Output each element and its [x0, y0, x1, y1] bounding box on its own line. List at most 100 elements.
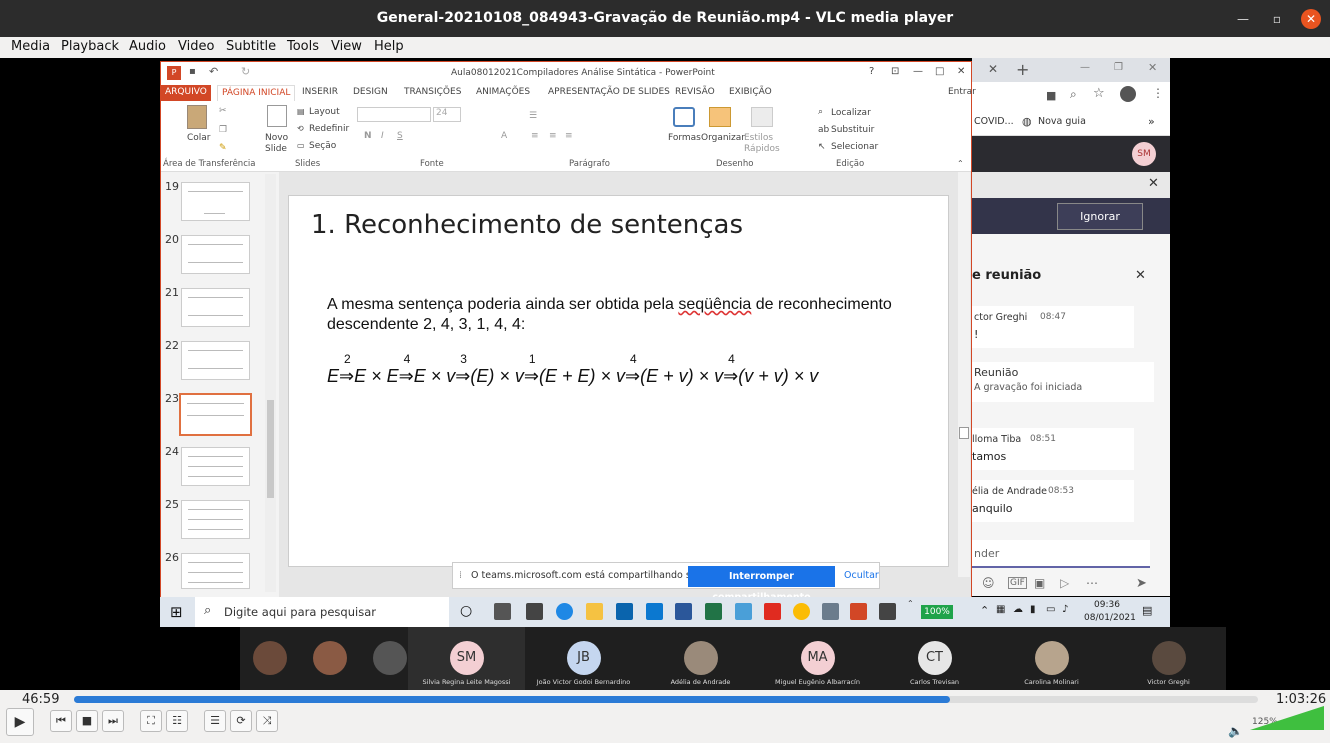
new-slide-button[interactable]: Novo Slide [265, 133, 288, 155]
windows-start-icon[interactable]: ⊞ [170, 603, 183, 621]
close-icon[interactable]: ✕ [1148, 176, 1159, 191]
remote-desktop-icon[interactable] [735, 603, 752, 620]
menu-tools[interactable]: Tools [287, 39, 319, 54]
mic-icon[interactable]: ▮ [1030, 604, 1036, 615]
tab-animacoes[interactable]: ANIMAÇÕES [476, 87, 530, 97]
help-icon[interactable]: ? [869, 66, 874, 77]
store-icon[interactable] [526, 603, 543, 620]
participant-tile[interactable] [240, 627, 300, 690]
speaker-icon[interactable]: 🔈 [1228, 724, 1243, 738]
thumbnails-scrollbar[interactable] [265, 174, 276, 592]
slide-canvas[interactable]: 1. Reconhecimento de sentenças A mesma s… [288, 195, 949, 567]
close-tab-icon[interactable]: ✕ [988, 62, 998, 76]
mail-icon[interactable] [616, 603, 633, 620]
calculator-icon[interactable] [822, 603, 839, 620]
slide-thumbnail-selected[interactable] [179, 393, 252, 436]
sticker-icon[interactable]: ▣ [1034, 576, 1045, 590]
tab-exibicao[interactable]: EXIBIÇÃO [729, 87, 772, 97]
acrobat-icon[interactable] [764, 603, 781, 620]
clock-date[interactable]: 08/01/2021 [1084, 613, 1136, 623]
copy-icon[interactable]: ❐ [219, 125, 227, 135]
hide-share-bar-link[interactable]: Ocultar [844, 570, 879, 581]
zoom-icon[interactable]: ⌕ [1070, 87, 1077, 102]
bookmark-covid[interactable]: COVID... [974, 116, 1014, 127]
participant-tile[interactable] [300, 627, 360, 690]
seek-bar[interactable] [74, 696, 1258, 703]
slide-thumbnail[interactable] [181, 341, 250, 380]
shapes-button[interactable]: Formas [668, 133, 701, 143]
minimize-icon[interactable]: — [1080, 62, 1090, 73]
maximize-button[interactable]: ▫ [1267, 9, 1287, 29]
paste-button[interactable]: Colar [187, 133, 211, 143]
tab-apresentacao[interactable]: APRESENTAÇÃO DE SLIDES [548, 87, 670, 97]
profile-icon[interactable] [1120, 86, 1136, 102]
reply-input[interactable]: nder [972, 540, 1150, 568]
camera-icon[interactable]: ■ [1046, 89, 1056, 102]
slide-scrollbar[interactable] [958, 172, 970, 577]
select-button[interactable]: Selecionar [831, 142, 878, 152]
redo-icon[interactable]: ↻ [241, 65, 250, 78]
close-button[interactable]: ✕ [1301, 9, 1321, 29]
quick-styles-icon[interactable] [751, 107, 773, 127]
l-app-icon[interactable] [646, 603, 663, 620]
slide-thumbnail[interactable] [181, 182, 250, 221]
powerpoint-icon[interactable] [850, 603, 867, 620]
reset-button[interactable]: Redefinir [309, 124, 349, 134]
word-icon[interactable] [675, 603, 692, 620]
underline-icon[interactable]: S [397, 131, 403, 141]
bullets-icon[interactable]: ☰ [529, 111, 537, 121]
battery-icon[interactable]: ▭ [1046, 604, 1055, 615]
ribbon-options-icon[interactable]: ⊡ [891, 66, 899, 77]
derivation-formula[interactable]: E ⇒ 2E × E ⇒ 4E × v ⇒ 3 (E) × v ⇒ 1 (E + E… [327, 352, 818, 387]
stop-sharing-button[interactable]: Interromper compartilhamento [688, 566, 835, 603]
collapse-ribbon-icon[interactable]: ⌃ [957, 159, 964, 168]
task-view-icon[interactable] [494, 603, 511, 620]
participant-tile[interactable]: Adélia de Andrade [642, 627, 759, 690]
menu-help[interactable]: Help [374, 39, 404, 54]
close-icon[interactable]: ✕ [1148, 61, 1157, 74]
slide-thumbnail[interactable] [181, 235, 250, 274]
playlist-icon[interactable]: ☰ [204, 710, 226, 732]
todo-icon[interactable] [879, 603, 896, 620]
more-menu-icon[interactable]: ⋮ [1152, 86, 1164, 100]
loop-icon[interactable]: ⟳ [230, 710, 252, 732]
font-color-icon[interactable]: A [501, 131, 507, 141]
volume-icon[interactable]: ♪ [1062, 604, 1068, 615]
more-options-icon[interactable]: ⋯ [1086, 576, 1098, 590]
slide-thumbnail[interactable] [181, 288, 250, 327]
italic-icon[interactable]: I [381, 131, 384, 141]
cut-icon[interactable]: ✂ [219, 106, 227, 116]
bookmark-new-tab[interactable]: Nova guia [1038, 116, 1086, 127]
shapes-icon[interactable] [673, 107, 695, 127]
tab-design[interactable]: DESIGN [353, 87, 388, 97]
slide-thumbnail[interactable] [181, 500, 250, 539]
tab-transicoes[interactable]: TRANSIÇÕES [404, 87, 461, 97]
participant-tile[interactable]: JB João Victor Godoi Bernardino [525, 627, 642, 690]
arrange-icon[interactable] [709, 107, 731, 127]
tab-revisao[interactable]: REVISÃO [675, 87, 715, 97]
layout-button[interactable]: Layout [309, 107, 340, 117]
replace-button[interactable]: Substituir [831, 125, 874, 135]
chrome-icon[interactable] [793, 603, 810, 620]
send-icon[interactable]: ➤ [1136, 576, 1147, 591]
save-icon[interactable]: ▪ [189, 66, 196, 77]
maximize-icon[interactable]: □ [935, 66, 944, 77]
edge-icon[interactable] [556, 603, 573, 620]
sign-in-link[interactable]: Entrar [948, 87, 976, 97]
align-right-icon[interactable]: ≡ [565, 131, 573, 141]
previous-icon[interactable]: ⏮ [50, 710, 72, 732]
undo-icon[interactable]: ↶ [209, 65, 218, 78]
align-center-icon[interactable]: ≡ [549, 131, 557, 141]
stop-icon[interactable]: ■ [76, 710, 98, 732]
network-icon[interactable]: ▦ [996, 604, 1005, 615]
tab-pagina-inicial[interactable]: PÁGINA INICIAL [217, 85, 296, 101]
paste-icon[interactable] [187, 105, 207, 129]
file-explorer-icon[interactable] [586, 603, 603, 620]
taskbar-search[interactable]: ⌕ Digite aqui para pesquisar [195, 597, 449, 627]
arrange-button[interactable]: Organizar [701, 133, 745, 143]
menu-subtitle[interactable]: Subtitle [226, 39, 276, 54]
menu-video[interactable]: Video [178, 39, 214, 54]
font-size-select[interactable]: 24 [433, 107, 461, 122]
participant-tile[interactable]: CT Carlos Trevisan [876, 627, 993, 690]
drag-handle-icon[interactable]: ⁞ [459, 570, 462, 581]
